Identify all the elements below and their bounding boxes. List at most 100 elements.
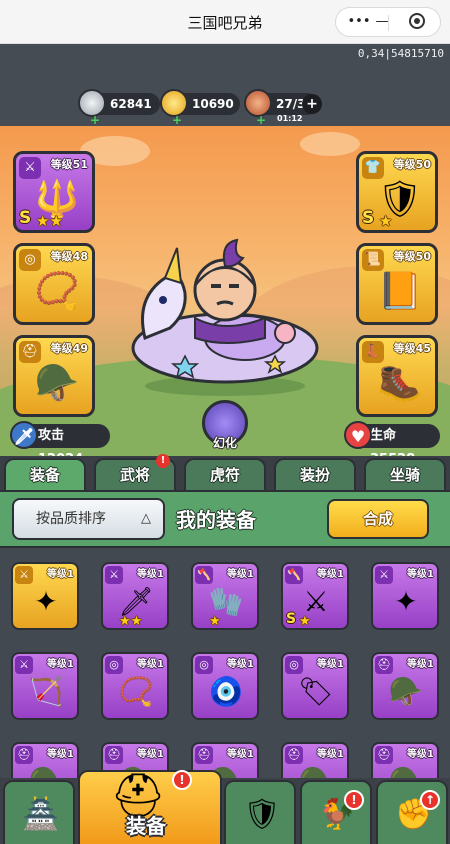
item-level: 等级1 <box>47 749 74 760</box>
shuriken-icon: ✦ <box>34 584 58 618</box>
alert-badge: ! <box>172 770 192 790</box>
item-level: 等级1 <box>47 569 74 580</box>
talisman-icon: 🏷 <box>298 674 334 708</box>
nav-city[interactable]: 🏯 <box>3 780 75 844</box>
alert-badge: ↑ <box>420 790 440 810</box>
equip-slot-weapon[interactable]: ⚔ 等级51 🔱 S ★★ <box>13 151 95 233</box>
inventory-header: 按品质排序 △ 我的装备 合成 <box>0 490 450 548</box>
inventory-item[interactable]: ⛑ 等级1 🪖 <box>281 742 349 778</box>
item-level: 等级1 <box>407 569 434 580</box>
caret-up-icon: △ <box>141 511 151 526</box>
nav-equipment[interactable]: ⛑ 装备 ! <box>78 770 222 844</box>
item-level: 等级1 <box>137 749 164 760</box>
inventory-grid: ⚔ 等级1 ✦ ⚔ 等级1 🗡 ★★ 🪓 等级1 🧤 ★ 🪓 等级1 ⚔ S ★… <box>0 548 450 778</box>
attack-stat: 🗡 攻击 12024 <box>10 421 110 456</box>
sort-by-quality-button[interactable]: 按品质排序 △ <box>12 498 165 540</box>
tab-equipment[interactable]: 装备 <box>4 458 86 490</box>
star-rating: ★★ <box>119 614 143 629</box>
cloud <box>300 132 360 156</box>
boots-icon: 🥾 <box>377 363 423 404</box>
tab-label: 装扮 <box>299 466 330 484</box>
nav-equipment-label: 装备 <box>126 814 166 838</box>
inventory-item[interactable]: ⚔ 等级1 🏹 <box>11 652 79 720</box>
inventory-item[interactable]: 🪓 等级1 🧤 ★ <box>191 562 259 630</box>
sort-label: 按品质排序 <box>36 511 106 527</box>
tab-label: 坐骑 <box>389 466 420 484</box>
silver-resource[interactable]: + 62841 <box>78 89 160 127</box>
slot-level: 等级49 <box>50 342 88 355</box>
mini-program-titlebar: 三国吧兄弟 ••• — <box>0 0 450 44</box>
equip-slot-book[interactable]: 📜 等级50 📙 <box>356 243 438 325</box>
star-rating: ★★ <box>36 212 63 230</box>
item-level: 等级1 <box>317 569 344 580</box>
gold-value: 10690 <box>192 97 234 111</box>
helmet-icon: 🪖 <box>295 760 337 779</box>
item-level: 等级1 <box>227 569 254 580</box>
slot-level: 等级45 <box>393 342 431 355</box>
inventory-item[interactable]: ⚔ 等级1 ✦ <box>371 562 439 630</box>
item-level: 等级1 <box>227 659 254 670</box>
equip-slot-boots[interactable]: 👢 等级45 🥾 <box>356 335 438 417</box>
item-level: 等级1 <box>317 659 344 670</box>
hero-on-unicorn-float[interactable] <box>125 238 325 398</box>
inventory-item[interactable]: ⛑ 等级1 🪖 <box>371 652 439 720</box>
inventory-item[interactable]: 🪓 等级1 ⚔ S ★ <box>281 562 349 630</box>
alert-badge: ! <box>344 790 364 810</box>
grade-badge: S <box>362 208 375 228</box>
battle-shield-icon: 🛡 <box>242 796 282 832</box>
attack-value: 攻击 12024 <box>38 428 83 456</box>
tab-label: 武将 <box>119 466 150 484</box>
inventory-item[interactable]: ◎ 等级1 🧿 <box>191 652 259 720</box>
tab-mount[interactable]: 坐骑 <box>364 458 446 490</box>
item-level: 等级1 <box>137 569 164 580</box>
helmet-icon: 🪖 <box>385 760 427 779</box>
city-gate-icon: 🏯 <box>22 796 60 832</box>
gold-resource[interactable]: + 10690 <box>160 89 240 127</box>
item-level: 等级1 <box>47 659 74 670</box>
tab-outfit[interactable]: 装扮 <box>274 458 356 490</box>
stamina-resource[interactable]: + 27/30 01:12 + <box>244 89 322 127</box>
inventory-item[interactable]: ⛑ 等级1 🪖 <box>11 742 79 778</box>
life-value: 生命 35528 <box>370 428 415 456</box>
heart-icon: ♥ <box>344 421 372 449</box>
nav-upgrade[interactable]: ✊ ↑ <box>376 780 448 844</box>
merge-button[interactable]: 合成 <box>327 499 429 539</box>
inventory-item[interactable]: ◎ 等级1 📿 <box>101 652 169 720</box>
inventory-item[interactable]: ⚔ 等级1 🗡 ★★ <box>101 562 169 630</box>
item-level: 等级1 <box>407 749 434 760</box>
hero-scene: ⚔ 等级51 🔱 S ★★ ◎ 等级48 📿 ⛑ 等级49 🪖 👕 等级50 🛡… <box>0 126 450 456</box>
inventory-item[interactable]: ⚔ 等级1 ✦ <box>11 562 79 630</box>
inventory-item[interactable]: ◎ 等级1 🏷 <box>281 652 349 720</box>
slot-level: 等级50 <box>393 158 431 171</box>
nav-pet[interactable]: 🐓 ! <box>300 780 372 844</box>
bottom-navigation: 🏯 ⛑ 装备 ! 🛡 🐓 ! ✊ ↑ <box>0 770 450 844</box>
inventory-item[interactable]: ⛑ 等级1 🪖 <box>371 742 439 778</box>
slot-level: 等级51 <box>50 158 88 171</box>
close-mini-program-icon[interactable] <box>400 8 434 36</box>
tab-tiger-tally[interactable]: 虎符 <box>184 458 266 490</box>
attack-sword-icon: 🗡 <box>10 421 38 449</box>
amulet-icon: 📿 <box>118 674 154 708</box>
nav-battle[interactable]: 🛡 <box>224 780 296 844</box>
book-icon: 📙 <box>377 271 423 312</box>
life-stat: ♥ 生命 35528 <box>344 421 440 456</box>
item-level: 等级1 <box>227 749 254 760</box>
equip-slot-helmet[interactable]: ⛑ 等级49 🪖 <box>13 335 95 417</box>
star-rating: ★ <box>379 212 393 230</box>
pendant-icon: 🧿 <box>208 674 244 708</box>
item-level: 等级1 <box>407 659 434 670</box>
grade-badge: S <box>286 611 297 627</box>
star-rating: ★ <box>209 614 221 629</box>
tab-generals[interactable]: 武将! <box>94 454 176 490</box>
slot-level: 等级48 <box>50 250 88 263</box>
bow-icon: 🏹 <box>28 674 64 708</box>
capsule-divider <box>388 15 389 31</box>
equip-slot-armor[interactable]: 👕 等级50 🛡 S ★ <box>356 151 438 233</box>
more-menu-icon[interactable]: ••• <box>342 8 376 36</box>
equip-slot-necklace[interactable]: ◎ 等级48 📿 <box>13 243 95 325</box>
tab-label: 虎符 <box>209 466 240 484</box>
add-stamina-button[interactable]: + <box>302 94 322 114</box>
morph-label[interactable]: 幻化 <box>203 434 247 451</box>
amulet-icon: 📿 <box>34 271 80 312</box>
helmet-icon: 🪖 <box>25 760 67 779</box>
